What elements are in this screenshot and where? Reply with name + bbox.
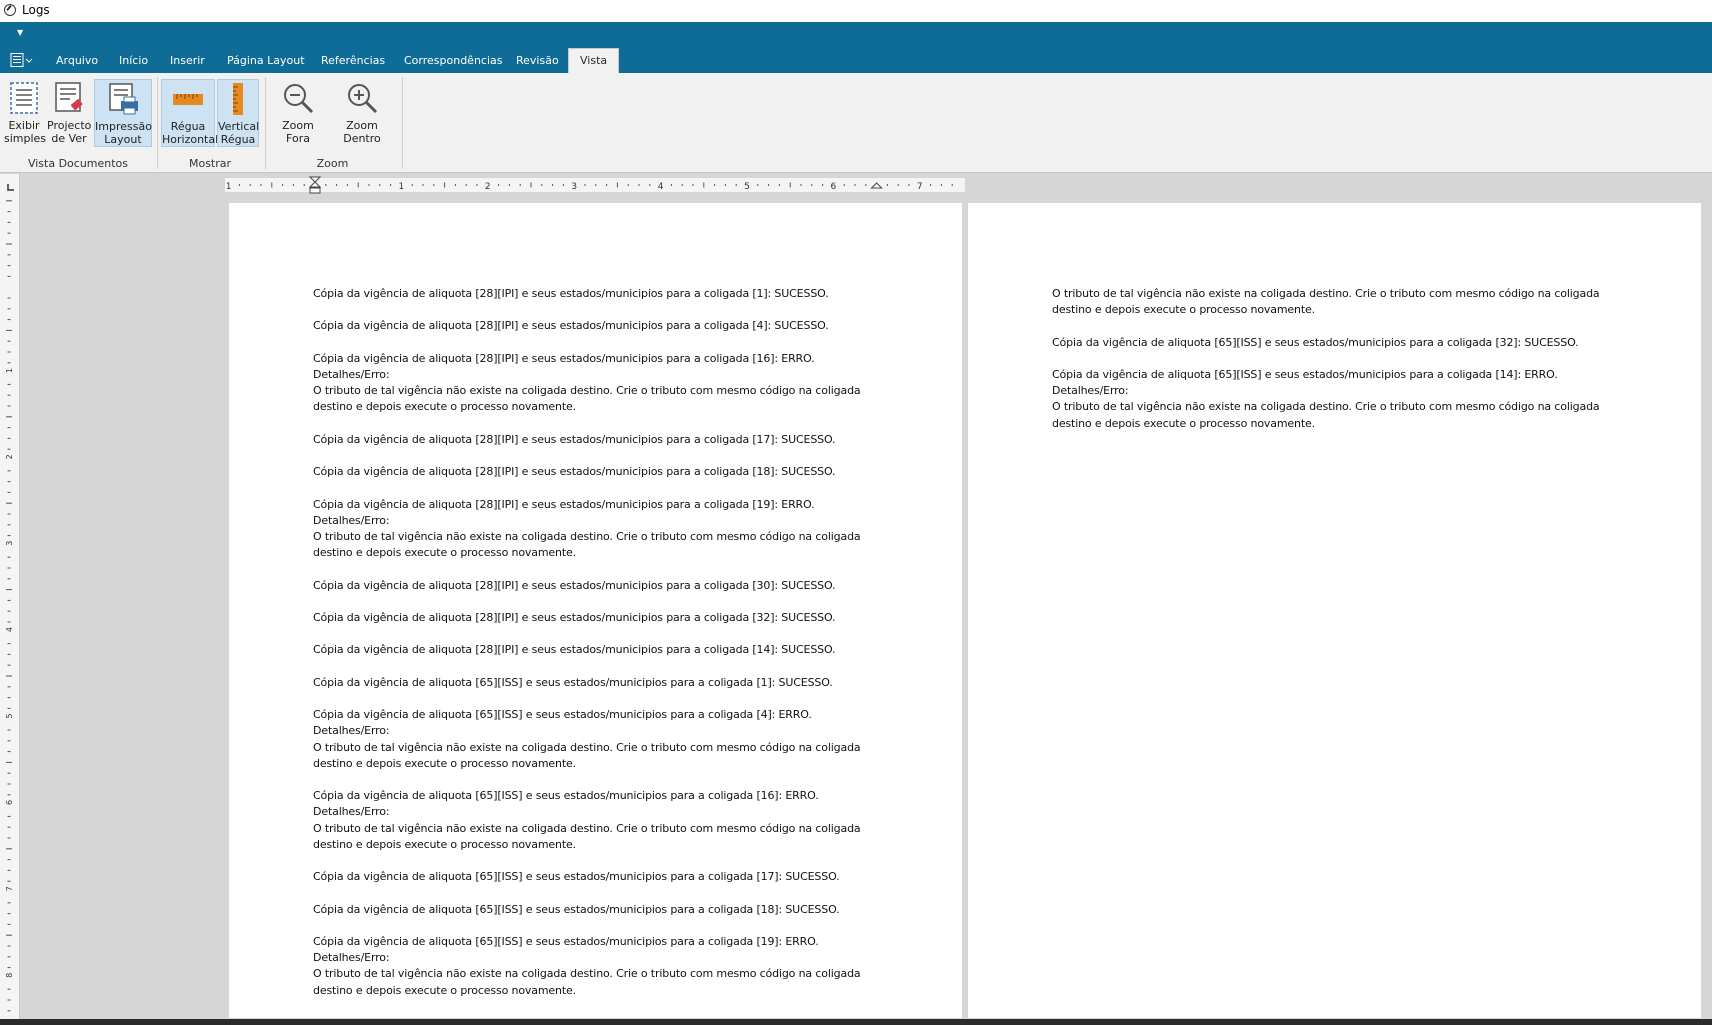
log-entry: Cópia da vigência de aliquota [28][IPI] …: [313, 319, 829, 333]
zoom-dentro-button[interactable]: Zoom Dentro: [329, 79, 395, 147]
zoom-fora-label: Zoom Fora: [282, 119, 314, 145]
app-icon: [4, 4, 16, 16]
horizontal-ruler[interactable]: 1 1 2 3 4 5 6 7: [225, 176, 965, 194]
ruler-number: 1: [399, 182, 405, 192]
ruler-number: 8: [5, 973, 14, 978]
regua-horizontal-label: Régua Horizontal: [162, 120, 219, 146]
exibir-simples-label: Exibir simples: [4, 119, 47, 145]
group-separator: [157, 77, 158, 169]
page-2-content: O tributo de tal vigência não existe na …: [1052, 286, 1672, 448]
log-entry: Cópia da vigência de aliquota [65][ISS] …: [313, 789, 861, 851]
log-entry: Cópia da vigência de aliquota [65][ISS] …: [1052, 335, 1579, 349]
ruler-number: 2: [485, 182, 491, 192]
ruler-number: 6: [5, 800, 14, 805]
log-entry: Cópia da vigência de aliquota [28][IPI] …: [313, 643, 836, 657]
log-entry: Cópia da vigência de aliquota [28][IPI] …: [313, 432, 836, 446]
log-entry: Cópia da vigência de aliquota [28][IPI] …: [313, 497, 861, 560]
vertical-ruler[interactable]: 1 2 3 4 5 6 7 8: [0, 174, 20, 1019]
tab-inicio[interactable]: Início: [119, 50, 148, 73]
ruler-number: 3: [571, 182, 577, 192]
tab-vista[interactable]: Vista: [568, 48, 620, 73]
log-entry: Cópia da vigência de aliquota [28][IPI] …: [313, 351, 861, 414]
log-entry: Cópia da vigência de aliquota [65][ISS] …: [313, 902, 840, 916]
ruler-number: 5: [744, 182, 750, 192]
impressao-layout-label: Impressão Layout: [95, 120, 152, 146]
vertical-ruler-ticks: 1 2 3 4 5 6 7 8: [5, 189, 14, 1012]
taskbar-edge: [0, 1019, 1712, 1025]
log-entry: Cópia da vigência de aliquota [65][ISS] …: [313, 708, 861, 770]
vertical-regua-button[interactable]: Vertical Régua: [217, 79, 259, 147]
ruler-number: 4: [658, 182, 664, 192]
log-entry: Cópia da vigência de aliquota [28][IPI] …: [313, 287, 829, 300]
group-label-vista-documentos: Vista Documentos: [27, 157, 129, 170]
tab-correspondencias[interactable]: Correspondências: [404, 50, 503, 73]
ruler-number: 5: [5, 713, 14, 718]
ruler-number: 1: [226, 182, 232, 192]
zoom-fora-button[interactable]: Zoom Fora: [270, 79, 326, 147]
quick-access-dropdown-icon[interactable]: ▼: [17, 28, 23, 37]
tab-pagina-layout[interactable]: Página Layout: [227, 50, 305, 73]
exibir-simples-button[interactable]: Exibir simples: [4, 79, 47, 147]
zoom-out-icon: [284, 84, 314, 114]
tab-referencias[interactable]: Referências: [321, 50, 385, 73]
ruler-number: 1: [5, 368, 14, 373]
title-bar: Logs: [0, 0, 1712, 22]
projecto-de-ver-label: Projecto de Ver: [47, 119, 92, 145]
ruler-number: 7: [5, 886, 14, 891]
ribbon-panel: Exibir simples Projecto de Ver Impressão…: [0, 73, 1712, 173]
projecto-de-ver-button[interactable]: Projecto de Ver: [47, 79, 91, 147]
log-entry: Cópia da vigência de aliquota [65][ISS] …: [313, 870, 840, 884]
log-entry: O tributo de tal vigência não existe na …: [1052, 287, 1600, 317]
tab-arquivo[interactable]: Arquivo: [56, 50, 98, 73]
regua-horizontal-button[interactable]: Régua Horizontal: [161, 79, 219, 147]
log-entry: Cópia da vigência de aliquota [28][IPI] …: [313, 610, 836, 624]
page-1-content: Cópia da vigência de aliquota [28][IPI] …: [313, 286, 933, 1015]
tab-inserir[interactable]: Inserir: [170, 50, 205, 73]
ruler-number: 7: [917, 182, 923, 192]
ruler-number: 3: [5, 541, 14, 546]
ruler-background: [225, 178, 965, 192]
simple-view-icon: [10, 82, 38, 114]
tab-revisao[interactable]: Revisão: [516, 50, 559, 73]
zoom-dentro-label: Zoom Dentro: [343, 119, 381, 145]
ruler-number: 2: [5, 454, 14, 459]
log-entry: Cópia da vigência de aliquota [65][ISS] …: [313, 934, 861, 997]
group-label-zoom: Zoom: [316, 157, 349, 170]
horizontal-ruler-icon: [173, 94, 203, 105]
ribbon-tabs: Arquivo Início Inserir Página Layout Ref…: [0, 45, 1712, 73]
quick-access-toolbar: ▼: [0, 22, 1712, 45]
window-title: Logs: [22, 3, 50, 17]
log-entry: Cópia da vigência de aliquota [28][IPI] …: [313, 465, 836, 479]
group-separator: [265, 77, 266, 169]
ruler-number: 4: [5, 627, 14, 632]
vertical-ruler-icon: [233, 83, 243, 115]
left-indent-marker[interactable]: [309, 187, 321, 194]
document-page-2[interactable]: O tributo de tal vigência não existe na …: [968, 203, 1701, 1018]
vertical-regua-label: Vertical Régua: [218, 120, 260, 146]
impressao-layout-button[interactable]: Impressão Layout: [94, 79, 152, 147]
group-label-mostrar: Mostrar: [188, 157, 232, 170]
ruler-number: 6: [831, 182, 837, 192]
print-layout-icon: [109, 83, 138, 115]
log-entry: Cópia da vigência de aliquota [28][IPI] …: [313, 578, 836, 592]
group-separator: [402, 77, 403, 169]
log-entry: Cópia da vigência de aliquota [65][ISS] …: [313, 675, 833, 689]
draft-view-icon: [55, 82, 83, 112]
document-page-1[interactable]: Cópia da vigência de aliquota [28][IPI] …: [229, 203, 962, 1018]
tab-stop-selector-icon[interactable]: [6, 183, 15, 192]
application-menu-icon[interactable]: [10, 53, 34, 67]
log-entry: Cópia da vigência de aliquota [65][ISS] …: [1052, 367, 1600, 430]
zoom-in-icon: [348, 84, 378, 114]
